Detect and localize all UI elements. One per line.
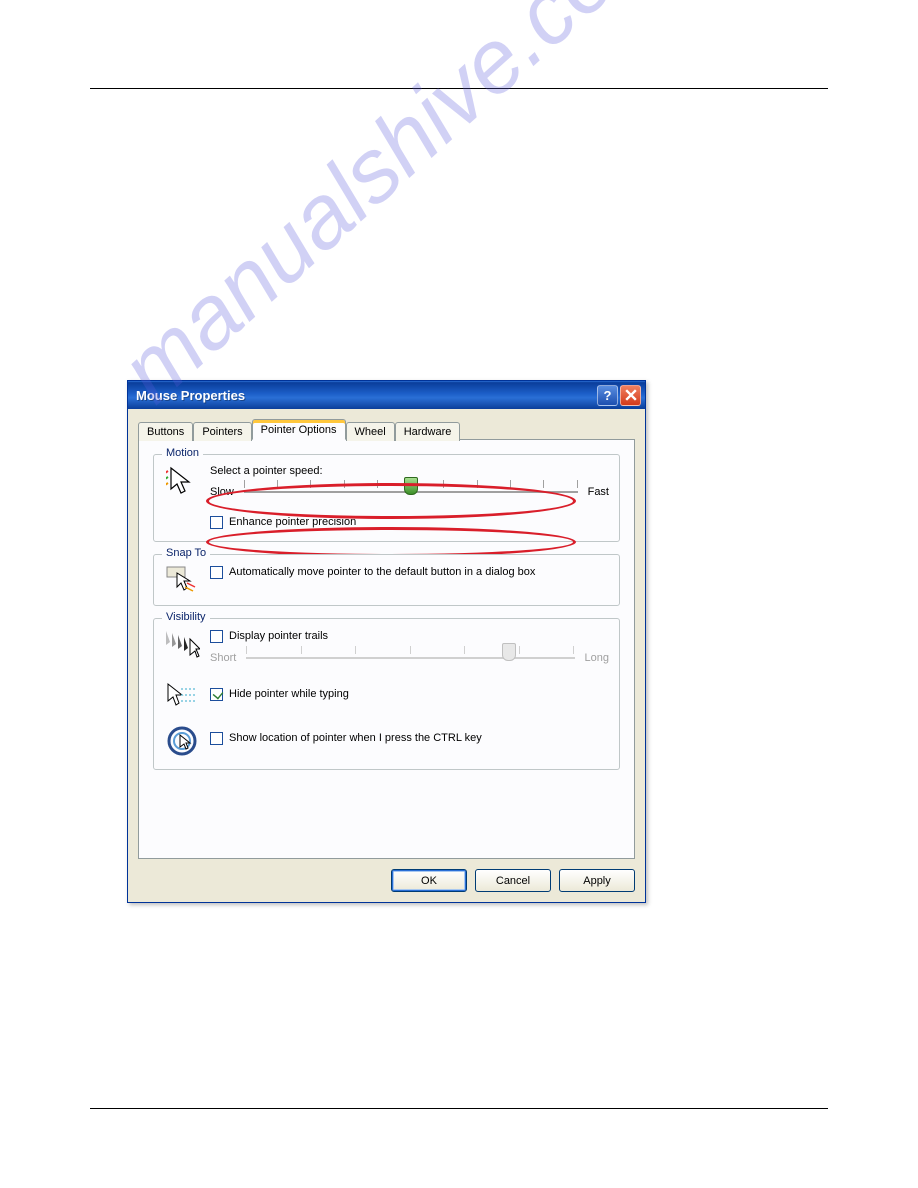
pointer-speed-slider[interactable]	[244, 483, 578, 501]
close-icon	[625, 389, 637, 401]
snapto-checkbox[interactable]	[210, 566, 223, 579]
display-trails-label[interactable]: Display pointer trails	[229, 629, 328, 643]
trails-short-label: Short	[210, 652, 236, 664]
title-bar[interactable]: Mouse Properties ?	[128, 381, 645, 409]
ctrl-locator-checkbox[interactable]	[210, 732, 223, 745]
group-motion: Motion Select a pointer speed: Slow	[153, 454, 620, 542]
pointer-trails-icon	[164, 629, 200, 659]
tab-panel-pointer-options: Motion Select a pointer speed: Slow	[138, 439, 635, 859]
page-divider-bottom	[90, 1108, 828, 1109]
annotation-circle-precision	[206, 527, 576, 557]
cancel-button[interactable]: Cancel	[475, 869, 551, 892]
ok-button[interactable]: OK	[391, 869, 467, 892]
trails-slider	[246, 649, 574, 667]
tab-strip: Buttons Pointers Pointer Options Wheel H…	[138, 417, 635, 440]
tab-pointers[interactable]: Pointers	[193, 422, 251, 441]
window-title: Mouse Properties	[136, 388, 595, 403]
tab-hardware[interactable]: Hardware	[395, 422, 461, 441]
watermark-text: manualshive.com	[101, 0, 690, 423]
enhance-precision-label[interactable]: Enhance pointer precision	[229, 515, 356, 529]
pointer-speed-fast-label: Fast	[588, 486, 609, 498]
snapto-icon	[164, 565, 200, 593]
enhance-precision-checkbox[interactable]	[210, 516, 223, 529]
snapto-label[interactable]: Automatically move pointer to the defaul…	[229, 565, 535, 579]
hide-typing-icon	[164, 681, 200, 711]
tab-pointer-options[interactable]: Pointer Options	[252, 419, 346, 440]
display-trails-checkbox[interactable]	[210, 630, 223, 643]
pointer-speed-icon	[164, 465, 200, 497]
hide-typing-label[interactable]: Hide pointer while typing	[229, 687, 349, 701]
group-visibility-legend: Visibility	[162, 611, 210, 623]
pointer-speed-slow-label: Slow	[210, 486, 234, 498]
help-button[interactable]: ?	[597, 385, 618, 406]
pointer-speed-slider-thumb[interactable]	[404, 477, 418, 495]
tab-wheel[interactable]: Wheel	[346, 422, 395, 441]
close-button[interactable]	[620, 385, 641, 406]
apply-button[interactable]: Apply	[559, 869, 635, 892]
group-snapto-legend: Snap To	[162, 547, 210, 559]
group-visibility: Visibility Display pointer trails Short	[153, 618, 620, 770]
mouse-properties-dialog: Mouse Properties ? Buttons Pointers Poin…	[127, 380, 646, 903]
hide-typing-checkbox[interactable]	[210, 688, 223, 701]
trails-long-label: Long	[585, 652, 609, 664]
page-divider-top	[90, 88, 828, 89]
trails-slider-thumb	[502, 643, 516, 661]
dialog-body: Buttons Pointers Pointer Options Wheel H…	[128, 409, 645, 902]
group-motion-legend: Motion	[162, 447, 203, 459]
ctrl-locator-icon	[164, 725, 200, 757]
dialog-button-row: OK Cancel Apply	[138, 869, 635, 892]
group-snapto: Snap To Automatically move pointer to th…	[153, 554, 620, 606]
pointer-speed-label: Select a pointer speed:	[210, 465, 609, 477]
tab-buttons[interactable]: Buttons	[138, 422, 193, 441]
ctrl-locator-label[interactable]: Show location of pointer when I press th…	[229, 731, 482, 745]
